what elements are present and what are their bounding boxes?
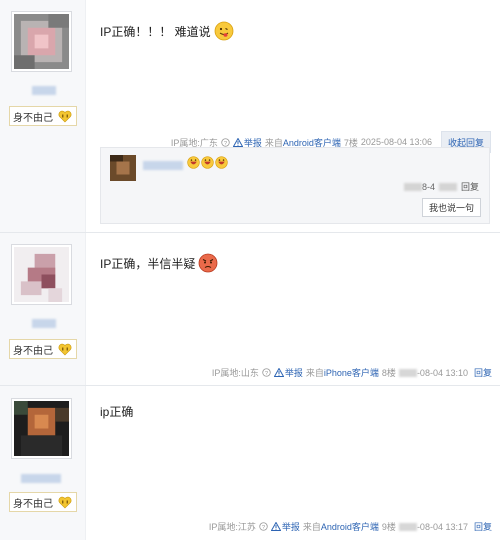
sub-reply-meta: 8-4 回复 [403,180,479,193]
warning-triangle-icon [273,368,284,377]
level-badge[interactable]: 身不由己 [9,492,77,512]
post-year-blur [398,368,417,377]
warning-triangle-icon [232,137,243,147]
author-panel: 身不由己 [0,386,86,540]
badge-label: 身不由己 [13,498,53,510]
post-time: -08-04 13:10 [416,367,468,378]
source-prefix: 来自 [305,368,324,378]
sub-reply-panel: 8-4 回复 我也说一句 [100,147,490,224]
grin-emoji-icon [201,156,214,169]
info-circle-icon[interactable]: ? [221,137,230,147]
crying-heart-badge-icon [58,496,72,509]
say-something-button[interactable]: 我也说一句 [421,198,481,217]
grin-emoji-icon [215,156,228,169]
post-content: IP正确，半信半疑 [100,253,218,273]
floor-number: 9楼 [381,522,396,532]
level-badge[interactable]: 身不由己 [9,106,77,126]
report-link[interactable]: 举报 [273,366,303,379]
source-client-link[interactable]: Android客户端 [321,520,379,533]
angry-emoji-icon [198,253,218,273]
sub-reply-date: 8-4 [421,181,435,192]
reply-link[interactable]: 回复 [474,366,492,379]
post-time: -08-04 13:17 [416,521,468,532]
sub-reply-reply-link[interactable]: 回复 [461,180,479,193]
username[interactable] [21,474,61,483]
username[interactable] [32,319,56,328]
tongue-emoji-icon [214,21,234,41]
source-client-link[interactable]: iPhone客户端 [324,366,379,379]
post-text: IP正确！！！ 难道说 [100,24,211,39]
sub-reply-time-blur [438,182,457,191]
sub-reply-emojis [187,156,228,169]
username[interactable] [32,86,56,95]
ip-location: IP属地:山东 [211,368,259,378]
post-meta: IP属地:山东 ? 举报 来自 iPhone客户端 8楼 -08-04 13:10… [212,366,492,379]
info-circle-icon[interactable]: ? [259,522,268,531]
post-floor-9: 身不由己 ip正确 IP属地:江苏 ? 举报 来自 Android客户端 9楼 -… [0,386,500,540]
avatar[interactable] [11,398,72,459]
sub-reply-year-blur [403,182,422,191]
author-panel: 身不由己 [0,0,86,232]
post-floor-7: 身不由己 IP正确！！！ 难道说 IP属地:广东 ? 举报 来自 Android客… [0,0,500,232]
grin-emoji-icon [187,156,200,169]
warning-triangle-icon [270,522,281,531]
post-floor-8: 身不由己 IP正确，半信半疑 IP属地:山东 ? 举报 来自 iPhone客户端 … [0,233,500,385]
author-panel: 身不由己 [0,233,86,385]
avatar[interactable] [11,11,72,72]
post-text: ip正确 [100,405,134,419]
reply-link[interactable]: 回复 [474,520,492,533]
info-circle-icon[interactable]: ? [262,368,271,377]
crying-heart-badge-icon [58,343,72,356]
source-prefix: 来自 [302,522,321,532]
floor-number: 8楼 [381,368,396,378]
report-link[interactable]: 举报 [270,520,300,533]
crying-heart-badge-icon [58,110,72,123]
post-content: IP正确！！！ 难道说 [100,21,234,41]
avatar[interactable] [11,244,72,305]
post-content: ip正确 [100,403,133,420]
badge-label: 身不由己 [13,345,53,357]
ip-location: IP属地:江苏 [208,522,256,532]
post-meta: IP属地:江苏 ? 举报 来自 Android客户端 9楼 -08-04 13:1… [209,520,492,533]
level-badge[interactable]: 身不由己 [9,339,77,359]
sub-reply-avatar[interactable] [110,155,136,181]
post-time: 2025-08-04 13:06 [360,137,432,147]
post-text: IP正确，半信半疑 [100,256,196,271]
sub-reply-username[interactable] [143,161,183,170]
post-year-blur [398,522,417,531]
badge-label: 身不由己 [13,112,53,124]
